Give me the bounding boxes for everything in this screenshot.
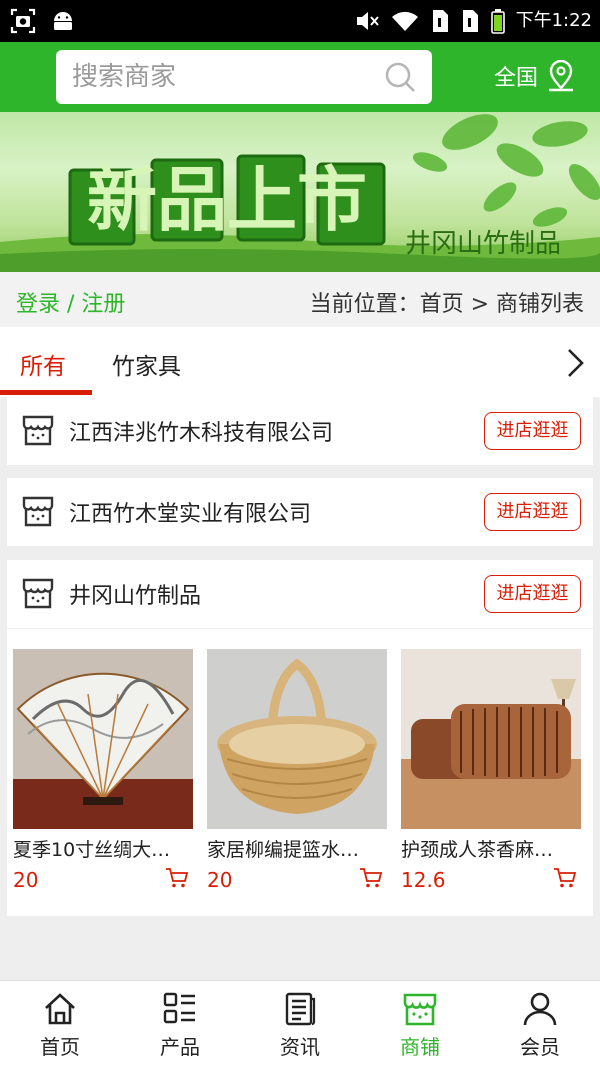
product-card[interactable]: 夏季10寸丝绸大… 20 (13, 649, 193, 892)
shop-name: 井冈山竹制品 (69, 584, 202, 609)
product-name: 家居柳编提篮水… (207, 839, 360, 861)
wifi-icon (391, 11, 418, 31)
store-icon (22, 578, 54, 609)
nav-shops[interactable]: 商铺 (360, 981, 480, 1067)
breadcrumb: 当前位置：首页 > 商铺列表 (309, 292, 584, 317)
cart-icon[interactable] (359, 867, 383, 889)
category-tabs: 所有 竹家具 (0, 327, 600, 397)
screenshot-icon (10, 8, 36, 34)
search-icon[interactable] (384, 61, 416, 93)
login-register-link[interactable]: 登录 / 注册 (16, 286, 125, 318)
cart-icon[interactable] (553, 867, 577, 889)
banner-artwork: 新品上市 井冈山竹制品 (0, 114, 600, 272)
banner-subtitle: 井冈山竹制品 (405, 229, 561, 259)
shop-name: 江西沣兆竹木科技有限公司 (69, 421, 334, 446)
visit-shop-button[interactable]: 进店逛逛 (484, 493, 581, 531)
sim2-icon (462, 10, 478, 32)
shop-products: 夏季10寸丝绸大… 20 家居柳编提篮水… 20 护颈成人茶香麻… 12.6 (7, 628, 593, 916)
top-header: 搜索商家 全国 (0, 42, 600, 112)
product-name: 夏季10寸丝绸大… (13, 839, 171, 861)
sim1-icon (432, 10, 448, 32)
product-image-bamboo-pillow[interactable] (401, 649, 581, 829)
nav-member[interactable]: 会员 (480, 981, 600, 1067)
nav-home[interactable]: 首页 (0, 981, 120, 1067)
product-image-folding-fan[interactable] (13, 649, 193, 829)
tab-bamboo-furniture[interactable]: 竹家具 (112, 347, 181, 381)
nav-label: 资讯 (280, 1035, 320, 1059)
cart-icon[interactable] (165, 867, 189, 889)
search-input[interactable]: 搜索商家 (56, 50, 432, 104)
store-icon (403, 993, 437, 1026)
region-selector[interactable]: 全国 (494, 60, 576, 92)
visit-shop-button[interactable]: 进店逛逛 (484, 412, 581, 450)
nav-label: 会员 (520, 1035, 560, 1059)
visit-shop-button[interactable]: 进店逛逛 (484, 575, 581, 613)
store-icon (22, 496, 54, 527)
nav-label: 产品 (160, 1035, 200, 1059)
shop-row[interactable]: 江西沣兆竹木科技有限公司 进店逛逛 (7, 397, 593, 465)
shop-row[interactable]: 江西竹木堂实业有限公司 进店逛逛 (7, 478, 593, 546)
android-icon (54, 12, 72, 30)
location-bar: 登录 / 注册 当前位置：首页 > 商铺列表 (0, 272, 600, 327)
banner-headline: 新品上市 (87, 158, 367, 241)
home-icon (45, 993, 75, 1025)
battery-icon (490, 9, 505, 34)
nav-label: 商铺 (400, 1035, 440, 1059)
tab-all[interactable]: 所有 (20, 347, 66, 381)
store-icon (22, 415, 54, 446)
location-pin-icon (549, 60, 574, 92)
mute-icon (356, 12, 379, 30)
product-name: 护颈成人茶香麻… (401, 839, 554, 861)
promo-banner[interactable]: 新品上市 井冈山竹制品 (0, 112, 600, 272)
grid-list-icon (163, 992, 195, 1024)
search-placeholder: 搜索商家 (72, 62, 177, 92)
nav-news[interactable]: 资讯 (240, 981, 360, 1067)
bottom-navigation: 首页 产品 资讯 商铺 会员 (0, 980, 600, 1067)
user-icon (523, 992, 557, 1026)
shop-row[interactable]: 井冈山竹制品 进店逛逛 (7, 560, 593, 628)
news-icon (285, 992, 316, 1026)
product-card[interactable]: 家居柳编提篮水… 20 (207, 649, 387, 892)
product-image-wicker-basket[interactable] (207, 649, 387, 829)
clock: 下午1:22 (515, 10, 592, 31)
status-bar: 下午1:22 (0, 0, 600, 42)
nav-products[interactable]: 产品 (120, 981, 240, 1067)
product-card[interactable]: 护颈成人茶香麻… 12.6 (401, 649, 581, 892)
chevron-right-icon[interactable] (564, 347, 586, 379)
region-label: 全国 (494, 66, 539, 91)
shop-name: 江西竹木堂实业有限公司 (69, 502, 312, 527)
active-tab-indicator (0, 390, 92, 395)
nav-label: 首页 (40, 1035, 80, 1059)
